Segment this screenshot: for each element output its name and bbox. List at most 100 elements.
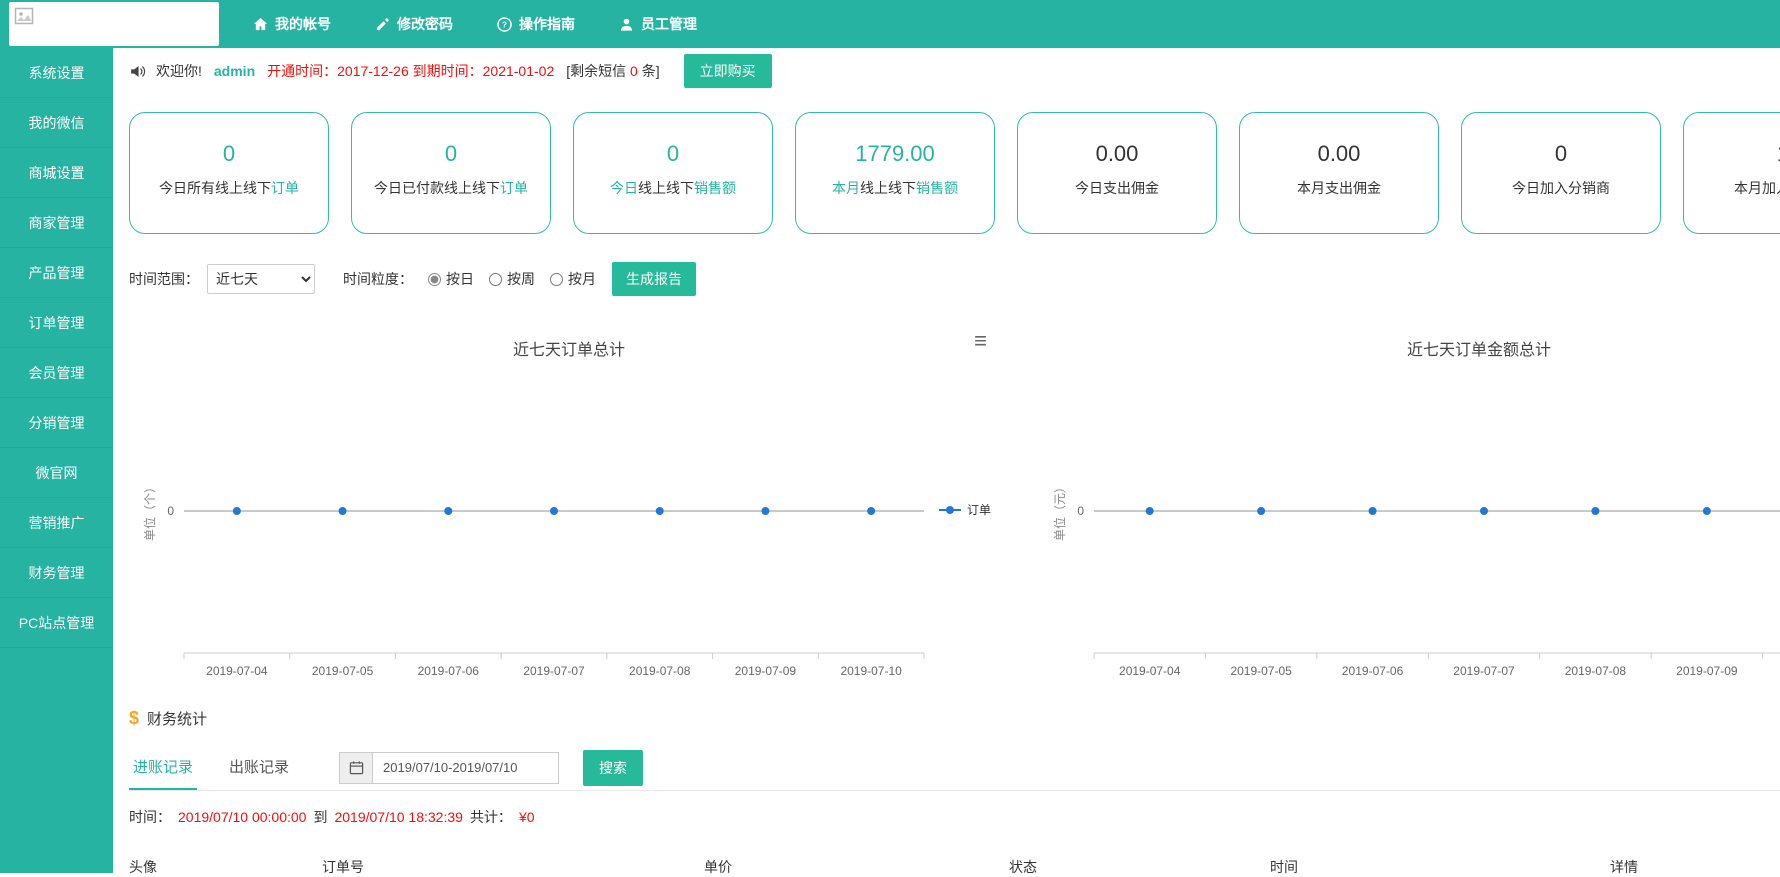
calendar-icon[interactable]: [339, 752, 373, 784]
column-header-details: 详情: [1610, 857, 1780, 877]
stat-label: 今日线上线下销售额: [574, 178, 772, 198]
svg-text:2019-07-09: 2019-07-09: [735, 664, 797, 678]
stat-card-month-sales: 1779.00 本月线上线下销售额: [795, 112, 995, 234]
date-range-input[interactable]: [373, 752, 559, 784]
granularity-radio-monthly[interactable]: 按月: [550, 269, 596, 289]
granularity-radio-weekly[interactable]: 按周: [489, 269, 535, 289]
time-range-label: 时间范围：: [129, 269, 199, 289]
stat-value: 0: [1462, 141, 1660, 167]
column-header-status: 状态: [1009, 857, 1270, 877]
stat-card-month-distributors: 1 本月加入分销商: [1683, 112, 1780, 234]
stat-value: 0: [352, 141, 550, 167]
buy-now-button[interactable]: 立即购买: [684, 54, 772, 88]
topbar: 我的帐号 修改密码 ? 操作指南 员工管理: [0, 0, 1780, 48]
nav-staff-management[interactable]: 员工管理: [597, 0, 719, 48]
sidebar-item-label: 微官网: [36, 463, 78, 483]
sidebar-item-finance-management[interactable]: 财务管理: [0, 548, 113, 598]
sidebar-item-label: 产品管理: [29, 263, 85, 283]
date-range-group: [339, 752, 559, 784]
edit-icon: [375, 17, 390, 32]
sidebar-item-label: 我的微信: [29, 113, 85, 133]
chart-toolbox-icon[interactable]: ≡: [974, 330, 987, 352]
nav-change-password[interactable]: 修改密码: [353, 0, 475, 48]
svg-text:2019-07-08: 2019-07-08: [629, 664, 691, 678]
stat-value: 0: [574, 141, 772, 167]
legend-line-dot-icon: [939, 509, 961, 511]
welcome-greeting: 欢迎你!: [156, 61, 202, 81]
nav-label: 操作指南: [519, 14, 575, 34]
orders-chart-panel: 近七天订单总计 ≡ 2019-07-042019-07-052019-07-06…: [129, 320, 1009, 690]
column-header-time: 时间: [1270, 857, 1610, 877]
svg-text:2019-07-04: 2019-07-04: [206, 664, 268, 678]
svg-text:2019-07-07: 2019-07-07: [523, 664, 585, 678]
svg-text:2019-07-07: 2019-07-07: [1453, 664, 1515, 678]
summary-total-value: ¥0: [519, 809, 535, 825]
radio-daily-input[interactable]: [428, 273, 441, 286]
time-range-select[interactable]: 近七天: [207, 264, 315, 294]
summary-end-time: 2019/07/10 18:32:39: [334, 809, 462, 825]
svg-text:0: 0: [1077, 504, 1084, 518]
charts-row: 近七天订单总计 ≡ 2019-07-042019-07-052019-07-06…: [129, 320, 1780, 690]
sidebar-item-order-management[interactable]: 订单管理: [0, 298, 113, 348]
chart-title: 近七天订单金额总计: [1039, 336, 1780, 360]
generate-report-button[interactable]: 生成报告: [612, 262, 696, 296]
sidebar-item-product-management[interactable]: 产品管理: [0, 248, 113, 298]
order-amount-chart-panel: 近七天订单金额总计 ≡ 2019-07-042019-07-052019-07-…: [1039, 320, 1780, 690]
svg-text:单位（个）: 单位（个）: [142, 481, 157, 541]
finance-tabs-row: 进账记录 出账记录 搜索: [129, 745, 1780, 791]
stat-label: 今日所有线上线下订单: [130, 178, 328, 198]
tab-income-records[interactable]: 进账记录: [129, 745, 197, 790]
summary-time-label: 时间：: [129, 807, 171, 827]
sidebar-item-member-management[interactable]: 会员管理: [0, 348, 113, 398]
sidebar-item-micro-site[interactable]: 微官网: [0, 448, 113, 498]
stat-label: 本月加入分销商: [1684, 178, 1780, 198]
sidebar-item-distribution-management[interactable]: 分销管理: [0, 398, 113, 448]
sms-remaining: [剩余短信 0 条]: [566, 61, 659, 81]
chart-legend-orders[interactable]: 订单: [939, 501, 991, 518]
question-circle-icon: ?: [497, 17, 512, 32]
nav-my-account[interactable]: 我的帐号: [231, 0, 353, 48]
stat-value: 1: [1684, 141, 1780, 167]
stat-card-today-paid-orders: 0 今日已付款线上线下订单: [351, 112, 551, 234]
sidebar-item-label: 财务管理: [29, 563, 85, 583]
home-icon: [253, 17, 268, 32]
stat-label: 今日支出佣金: [1018, 178, 1216, 198]
granularity-radio-daily[interactable]: 按日: [428, 269, 474, 289]
sidebar-item-system-settings[interactable]: 系统设置: [0, 48, 113, 98]
sidebar: 系统设置 我的微信 商城设置 商家管理 产品管理 订单管理 会员管理 分销管理 …: [0, 48, 113, 873]
sidebar-item-label: 营销推广: [29, 513, 85, 533]
tab-expense-records[interactable]: 出账记录: [225, 745, 293, 790]
stat-card-today-commission: 0.00 今日支出佣金: [1017, 112, 1217, 234]
svg-text:2019-07-05: 2019-07-05: [312, 664, 374, 678]
speaker-icon: [129, 63, 146, 80]
main-content: 欢迎你! admin 开通时间：2017-12-26 到期时间：2021-01-…: [113, 48, 1780, 873]
svg-text:0: 0: [167, 504, 174, 518]
radio-weekly-input[interactable]: [489, 273, 502, 286]
sidebar-item-mall-settings[interactable]: 商城设置: [0, 148, 113, 198]
radio-monthly-input[interactable]: [550, 273, 563, 286]
finance-section-title: 财务统计: [147, 708, 207, 729]
search-button[interactable]: 搜索: [583, 750, 643, 786]
sidebar-item-my-wechat[interactable]: 我的微信: [0, 98, 113, 148]
stat-label: 今日已付款线上线下订单: [352, 178, 550, 198]
column-header-avatar: 头像: [129, 857, 322, 877]
username: admin: [214, 63, 255, 79]
sidebar-item-marketing[interactable]: 营销推广: [0, 498, 113, 548]
welcome-bar: 欢迎你! admin 开通时间：2017-12-26 到期时间：2021-01-…: [129, 48, 1780, 94]
sidebar-item-merchant-management[interactable]: 商家管理: [0, 198, 113, 248]
stat-label: 本月支出佣金: [1240, 178, 1438, 198]
account-period: 开通时间：2017-12-26 到期时间：2021-01-02: [267, 61, 554, 81]
svg-text:2019-07-06: 2019-07-06: [418, 664, 480, 678]
dollar-icon: $: [129, 708, 139, 729]
nav-label: 我的帐号: [275, 14, 331, 34]
stat-value: 0.00: [1018, 141, 1216, 167]
svg-text:2019-07-05: 2019-07-05: [1230, 664, 1292, 678]
broken-image-icon: [14, 6, 34, 31]
stat-cards-row: 0 今日所有线上线下订单 0 今日已付款线上线下订单 0 今日线上线下销售额 1…: [129, 112, 1780, 234]
stat-card-today-distributors: 0 今日加入分销商: [1461, 112, 1661, 234]
sidebar-item-pc-site-management[interactable]: PC站点管理: [0, 598, 113, 648]
svg-text:单位（元）: 单位（元）: [1052, 481, 1067, 541]
legend-label: 订单: [967, 501, 991, 518]
sidebar-item-label: 会员管理: [29, 363, 85, 383]
nav-guide[interactable]: ? 操作指南: [475, 0, 597, 48]
